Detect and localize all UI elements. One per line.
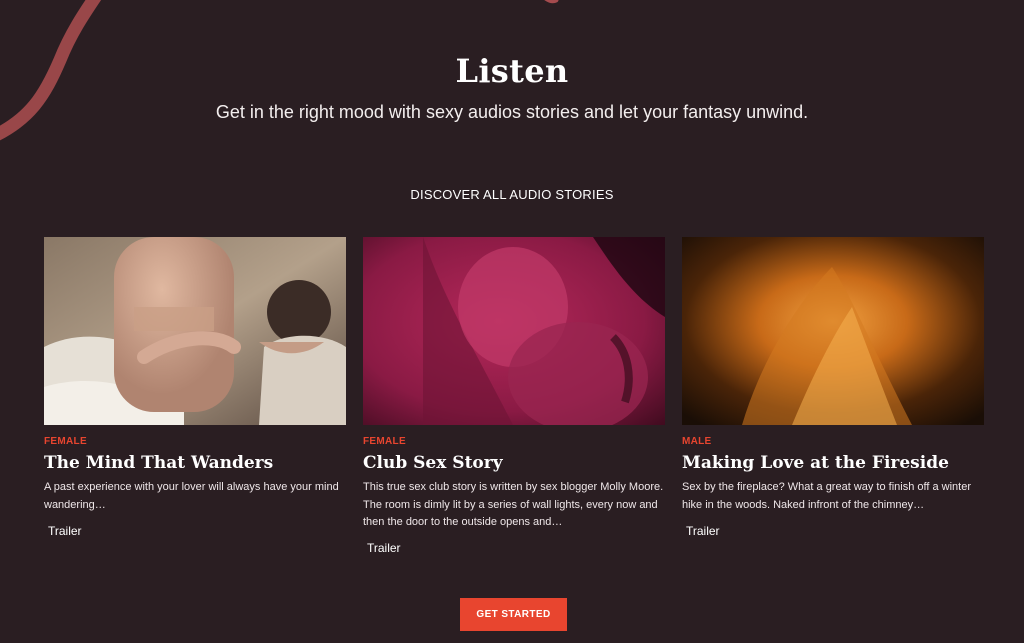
trailer-link[interactable]: Trailer (48, 524, 82, 538)
story-category: FEMALE (363, 436, 406, 447)
section-subtitle: Get in the right mood with sexy audios s… (215, 102, 809, 122)
trailer-link[interactable]: Trailer (686, 524, 720, 538)
story-image[interactable] (363, 237, 665, 425)
story-category: FEMALE (44, 436, 87, 447)
story-category: MALE (682, 436, 712, 447)
discover-all-audio-stories-link[interactable]: DISCOVER ALL AUDIO STORIES (0, 187, 1024, 202)
story-description: A past experience with your lover will a… (44, 481, 339, 511)
story-card[interactable]: FEMALE Club Sex Story This true sex club… (363, 237, 665, 557)
story-description: This true sex club story is written by s… (363, 481, 664, 528)
get-started-button[interactable]: GET STARTED (460, 598, 567, 631)
story-description: Sex by the fireplace? What a great way t… (682, 481, 972, 511)
trailer-link[interactable]: Trailer (367, 541, 401, 555)
story-title[interactable]: Club Sex Story (363, 452, 665, 474)
story-image[interactable] (44, 237, 346, 425)
story-title[interactable]: Making Love at the Fireside (682, 452, 984, 474)
story-image[interactable] (682, 237, 984, 425)
story-card[interactable]: MALE Making Love at the Fireside Sex by … (682, 237, 984, 540)
section-title: Listen (455, 52, 569, 90)
story-card[interactable]: FEMALE The Mind That Wanders A past expe… (44, 237, 346, 540)
story-title[interactable]: The Mind That Wanders (44, 452, 346, 474)
